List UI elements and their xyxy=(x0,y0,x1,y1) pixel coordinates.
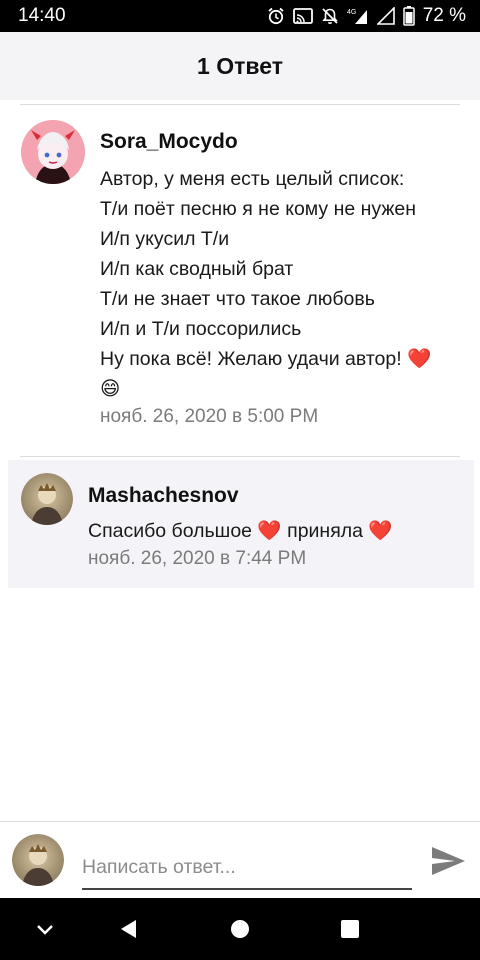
system-nav-bar xyxy=(0,898,480,960)
page-title: 1 Ответ xyxy=(197,52,283,79)
cast-icon xyxy=(292,8,313,24)
comment-line: Автор, у меня есть целый список: xyxy=(100,168,405,190)
wifi-signal-icon xyxy=(376,7,395,25)
comment-divider xyxy=(20,456,460,457)
comment-line: Ну пока всё! Желаю удачи автор! ❤️ xyxy=(100,348,432,370)
comment-line: И/п как сводный брат xyxy=(100,258,294,280)
svg-text:4G: 4G xyxy=(347,9,356,16)
composer-avatar xyxy=(12,834,64,886)
status-time: 14:40 xyxy=(18,5,66,26)
battery-percent: 72 % xyxy=(422,5,466,26)
send-icon xyxy=(432,847,465,875)
back-triangle-icon xyxy=(121,920,136,938)
reply-author[interactable]: Mashachesnov xyxy=(88,484,239,508)
signal-4g-icon: 4G xyxy=(347,7,369,25)
reply-text: Спасибо большое ❤️ приняла ❤️ xyxy=(88,520,393,542)
nav-collapse-button[interactable] xyxy=(28,912,62,946)
send-button[interactable] xyxy=(426,839,470,883)
avatar[interactable] xyxy=(21,120,85,184)
comment-author[interactable]: Sora_Mocydo xyxy=(100,130,238,154)
header-divider xyxy=(20,104,460,105)
alarm-icon xyxy=(267,7,285,25)
nav-back-button[interactable] xyxy=(112,912,146,946)
page-header: 1 Ответ xyxy=(0,32,480,100)
comment-line: Т/и не знает что такое любовь xyxy=(100,288,375,310)
reply-timestamp: нояб. 26, 2020 в 7:44 PM xyxy=(88,548,307,569)
reply-input[interactable] xyxy=(82,846,412,890)
comment-line-emoji: 😄 xyxy=(100,378,121,400)
nav-home-button[interactable] xyxy=(223,912,257,946)
bell-off-icon xyxy=(321,7,339,25)
reply-avatar[interactable] xyxy=(21,473,73,525)
battery-icon xyxy=(402,6,415,26)
status-bar: 14:40 4G 72 % xyxy=(0,0,480,32)
recents-square-icon xyxy=(341,920,359,938)
comment-timestamp: нояб. 26, 2020 в 5:00 PM xyxy=(100,406,319,427)
comment-line: И/п и Т/и поссорились xyxy=(100,318,302,340)
reply-composer xyxy=(0,821,480,898)
home-circle-icon xyxy=(231,920,249,938)
chevron-down-icon xyxy=(37,925,53,935)
status-icons: 4G 72 % xyxy=(267,5,466,27)
nav-recents-button[interactable] xyxy=(333,912,367,946)
comment-line: Т/и поёт песню я не кому не нужен xyxy=(100,198,417,220)
comment-line: И/п укусил Т/и xyxy=(100,228,230,250)
